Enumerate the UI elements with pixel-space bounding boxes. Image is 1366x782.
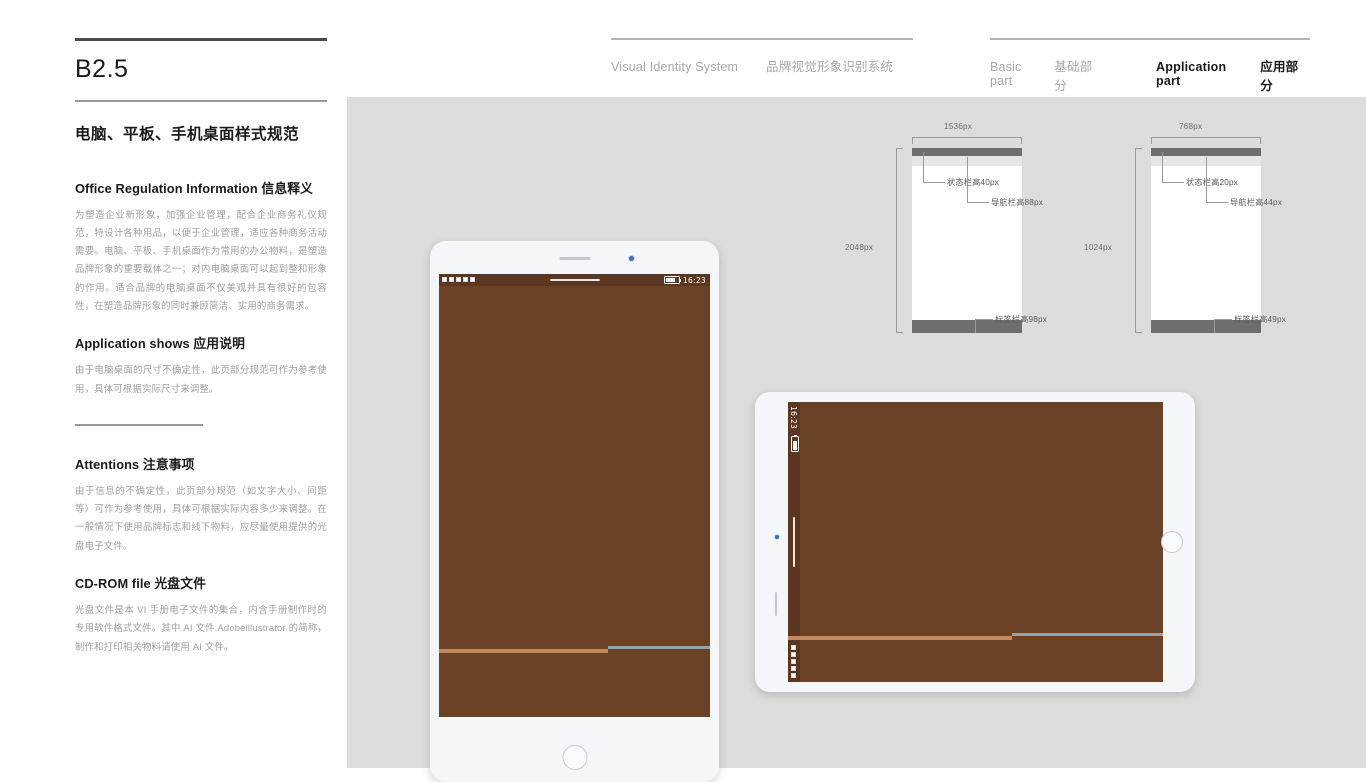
spec-width-bracket bbox=[912, 137, 1022, 144]
spec-height-label: 2048px bbox=[845, 243, 874, 252]
header-labels-2: Basic part 基础部分 Application part 应用部分 bbox=[990, 56, 1310, 94]
status-bar-clock: 16:23 bbox=[789, 406, 798, 430]
status-indicator-icons bbox=[442, 277, 475, 282]
sidebar: B2.5 电脑、平板、手机桌面样式规范 Office Regulation In… bbox=[75, 38, 327, 674]
section-application-shows: Application shows 应用说明 由于电脑桌面的尺寸不确定性，此页部… bbox=[75, 333, 327, 398]
page-title: 电脑、平板、手机桌面样式规范 bbox=[75, 125, 300, 143]
home-button[interactable] bbox=[562, 745, 587, 770]
home-button[interactable] bbox=[1161, 531, 1183, 553]
sidebar-top-rule bbox=[75, 38, 327, 41]
status-icon-4 bbox=[463, 277, 468, 282]
section-heading: Application shows 应用说明 bbox=[75, 336, 245, 352]
nav-item-basic-part[interactable]: Basic part 基础部分 bbox=[990, 56, 1104, 94]
header-rule-1 bbox=[611, 38, 913, 40]
spec-annotation-tabbar: 标签栏高49px bbox=[1234, 315, 1287, 324]
spec-height-bracket bbox=[1135, 148, 1142, 333]
status-bar-clock: 16:23 bbox=[682, 275, 706, 285]
leader-line-navbar bbox=[967, 157, 968, 202]
leader-line-navbar-h bbox=[967, 202, 989, 203]
spec-status-bar bbox=[912, 148, 1022, 156]
section-body: 由于信息的不确定性，此页部分规范（如文字大小、间距等）可作为参考使用，具体可根据… bbox=[75, 484, 327, 551]
status-bar-notch bbox=[549, 278, 600, 281]
status-icon-3 bbox=[791, 659, 796, 664]
spec-diagram-small: 768px 1024px 状态栏高20px 导航栏高44px 标签栏高49px bbox=[1084, 115, 1342, 360]
section-heading: Office Regulation Information 信息释义 bbox=[75, 180, 314, 196]
status-icon-1 bbox=[442, 277, 447, 282]
page-code: B2.5 bbox=[75, 55, 129, 83]
front-camera-icon bbox=[628, 255, 635, 262]
status-icon-4 bbox=[791, 666, 796, 671]
nav-item-label-cn: 基础部分 bbox=[1054, 60, 1093, 93]
sidebar-mid-rule bbox=[75, 424, 203, 426]
spec-annotation-navbar: 导航栏高44px bbox=[1230, 198, 1283, 207]
portrait-screen: 16:23 bbox=[439, 274, 710, 717]
spec-diagram-large: 1536px 2048px 状态栏高40px 导航栏高88px 标签栏高98px bbox=[845, 115, 1111, 360]
header-labels-1: Visual Identity System 品牌视觉形象识别系统 bbox=[611, 56, 913, 75]
leader-line-tabbar-h bbox=[1214, 319, 1232, 320]
nav-item-label-cn: 品牌视觉形象识别系统 bbox=[766, 60, 894, 74]
battery-icon bbox=[663, 276, 682, 284]
leader-line-statusbar bbox=[923, 152, 924, 182]
landscape-status-bar: 16:23 bbox=[788, 402, 800, 682]
spec-annotation-tabbar: 标签栏高98px bbox=[995, 315, 1048, 324]
leader-line-navbar bbox=[1206, 157, 1207, 202]
nav-item-application-part[interactable]: Application part 应用部分 bbox=[1156, 56, 1310, 94]
spec-status-bar bbox=[1151, 148, 1261, 156]
content-divider-blue bbox=[1012, 633, 1163, 636]
leader-line-navbar-h bbox=[1206, 202, 1228, 203]
section-attentions: Attentions 注意事项 由于信息的不确定性，此页部分规范（如文字大小、间… bbox=[75, 454, 327, 555]
nav-item-label-en: Basic part bbox=[990, 60, 1022, 88]
nav-item-label-en: Application part bbox=[1156, 60, 1227, 88]
front-camera-icon bbox=[774, 534, 780, 540]
status-icon-5 bbox=[470, 277, 475, 282]
section-heading: Attentions 注意事项 bbox=[75, 456, 195, 472]
status-icon-2 bbox=[449, 277, 454, 282]
spec-width-label: 1536px bbox=[944, 122, 973, 131]
spec-height-label: 1024px bbox=[1084, 243, 1113, 252]
spec-annotation-statusbar: 状态栏高20px bbox=[1186, 178, 1239, 187]
section-body: 为塑造企业新形象，加强企业管理，配合企业商务礼仪规范，特设计各种用品，以便于企业… bbox=[75, 208, 327, 312]
status-icon-2 bbox=[791, 652, 796, 657]
nav-item-label-en: Visual Identity System bbox=[611, 60, 739, 74]
content-divider-blue bbox=[608, 646, 710, 649]
spec-width-label: 768px bbox=[1179, 122, 1203, 131]
leader-line-statusbar-h bbox=[923, 182, 945, 183]
section-heading: CD-ROM file 光盘文件 bbox=[75, 575, 206, 591]
showcase-stage: 1536px 2048px 状态栏高40px 导航栏高88px 标签栏高98px… bbox=[347, 97, 1366, 782]
header-rule-2 bbox=[990, 38, 1310, 40]
leader-line-tabbar-h bbox=[975, 319, 993, 320]
leader-line-tabbar bbox=[1214, 319, 1215, 333]
content-divider-tan bbox=[788, 636, 1012, 640]
spec-width-bracket bbox=[1151, 137, 1261, 144]
status-bar-notch bbox=[792, 517, 795, 567]
sidebar-rule bbox=[75, 100, 327, 102]
portrait-status-bar: 16:23 bbox=[439, 274, 710, 286]
landscape-tablet-mockup: 16:23 bbox=[755, 392, 1195, 692]
status-icon-3 bbox=[456, 277, 461, 282]
status-bar-right-cluster: 16:23 bbox=[663, 275, 706, 285]
portrait-tablet-mockup: 16:23 bbox=[430, 241, 719, 782]
nav-item-label-cn: 应用部分 bbox=[1260, 60, 1299, 93]
battery-icon bbox=[790, 434, 799, 452]
header-nav-group-identity: Visual Identity System 品牌视觉形象识别系统 bbox=[611, 38, 913, 75]
landscape-screen: 16:23 bbox=[788, 402, 1163, 682]
section-body: 光盘文件是本 VI 手册电子文件的集合，内含手册制作时的专用软件格式文件。其中 … bbox=[75, 603, 327, 652]
status-indicator-icons bbox=[791, 645, 796, 678]
leader-line-statusbar-h bbox=[1162, 182, 1184, 183]
nav-item-visual-identity-system[interactable]: Visual Identity System 品牌视觉形象识别系统 bbox=[611, 56, 893, 75]
spec-annotation-statusbar: 状态栏高40px bbox=[947, 178, 1000, 187]
content-divider-tan bbox=[439, 649, 608, 653]
header-nav-group-parts: Basic part 基础部分 Application part 应用部分 bbox=[990, 38, 1310, 94]
spec-annotation-navbar: 导航栏高88px bbox=[991, 198, 1044, 207]
speaker-grille bbox=[559, 257, 590, 260]
spec-height-bracket bbox=[896, 148, 903, 333]
leader-line-statusbar bbox=[1162, 152, 1163, 182]
leader-line-tabbar bbox=[975, 319, 976, 333]
section-cd-rom-file: CD-ROM file 光盘文件 光盘文件是本 VI 手册电子文件的集合，内含手… bbox=[75, 573, 327, 656]
status-icon-1 bbox=[791, 645, 796, 650]
section-body: 由于电脑桌面的尺寸不确定性，此页部分规范可作为参考使用，具体可根据实际尺寸来调整… bbox=[75, 364, 327, 394]
status-icon-5 bbox=[791, 673, 796, 678]
section-office-regulation: Office Regulation Information 信息释义 为塑造企业… bbox=[75, 178, 327, 316]
side-button[interactable] bbox=[775, 592, 777, 616]
